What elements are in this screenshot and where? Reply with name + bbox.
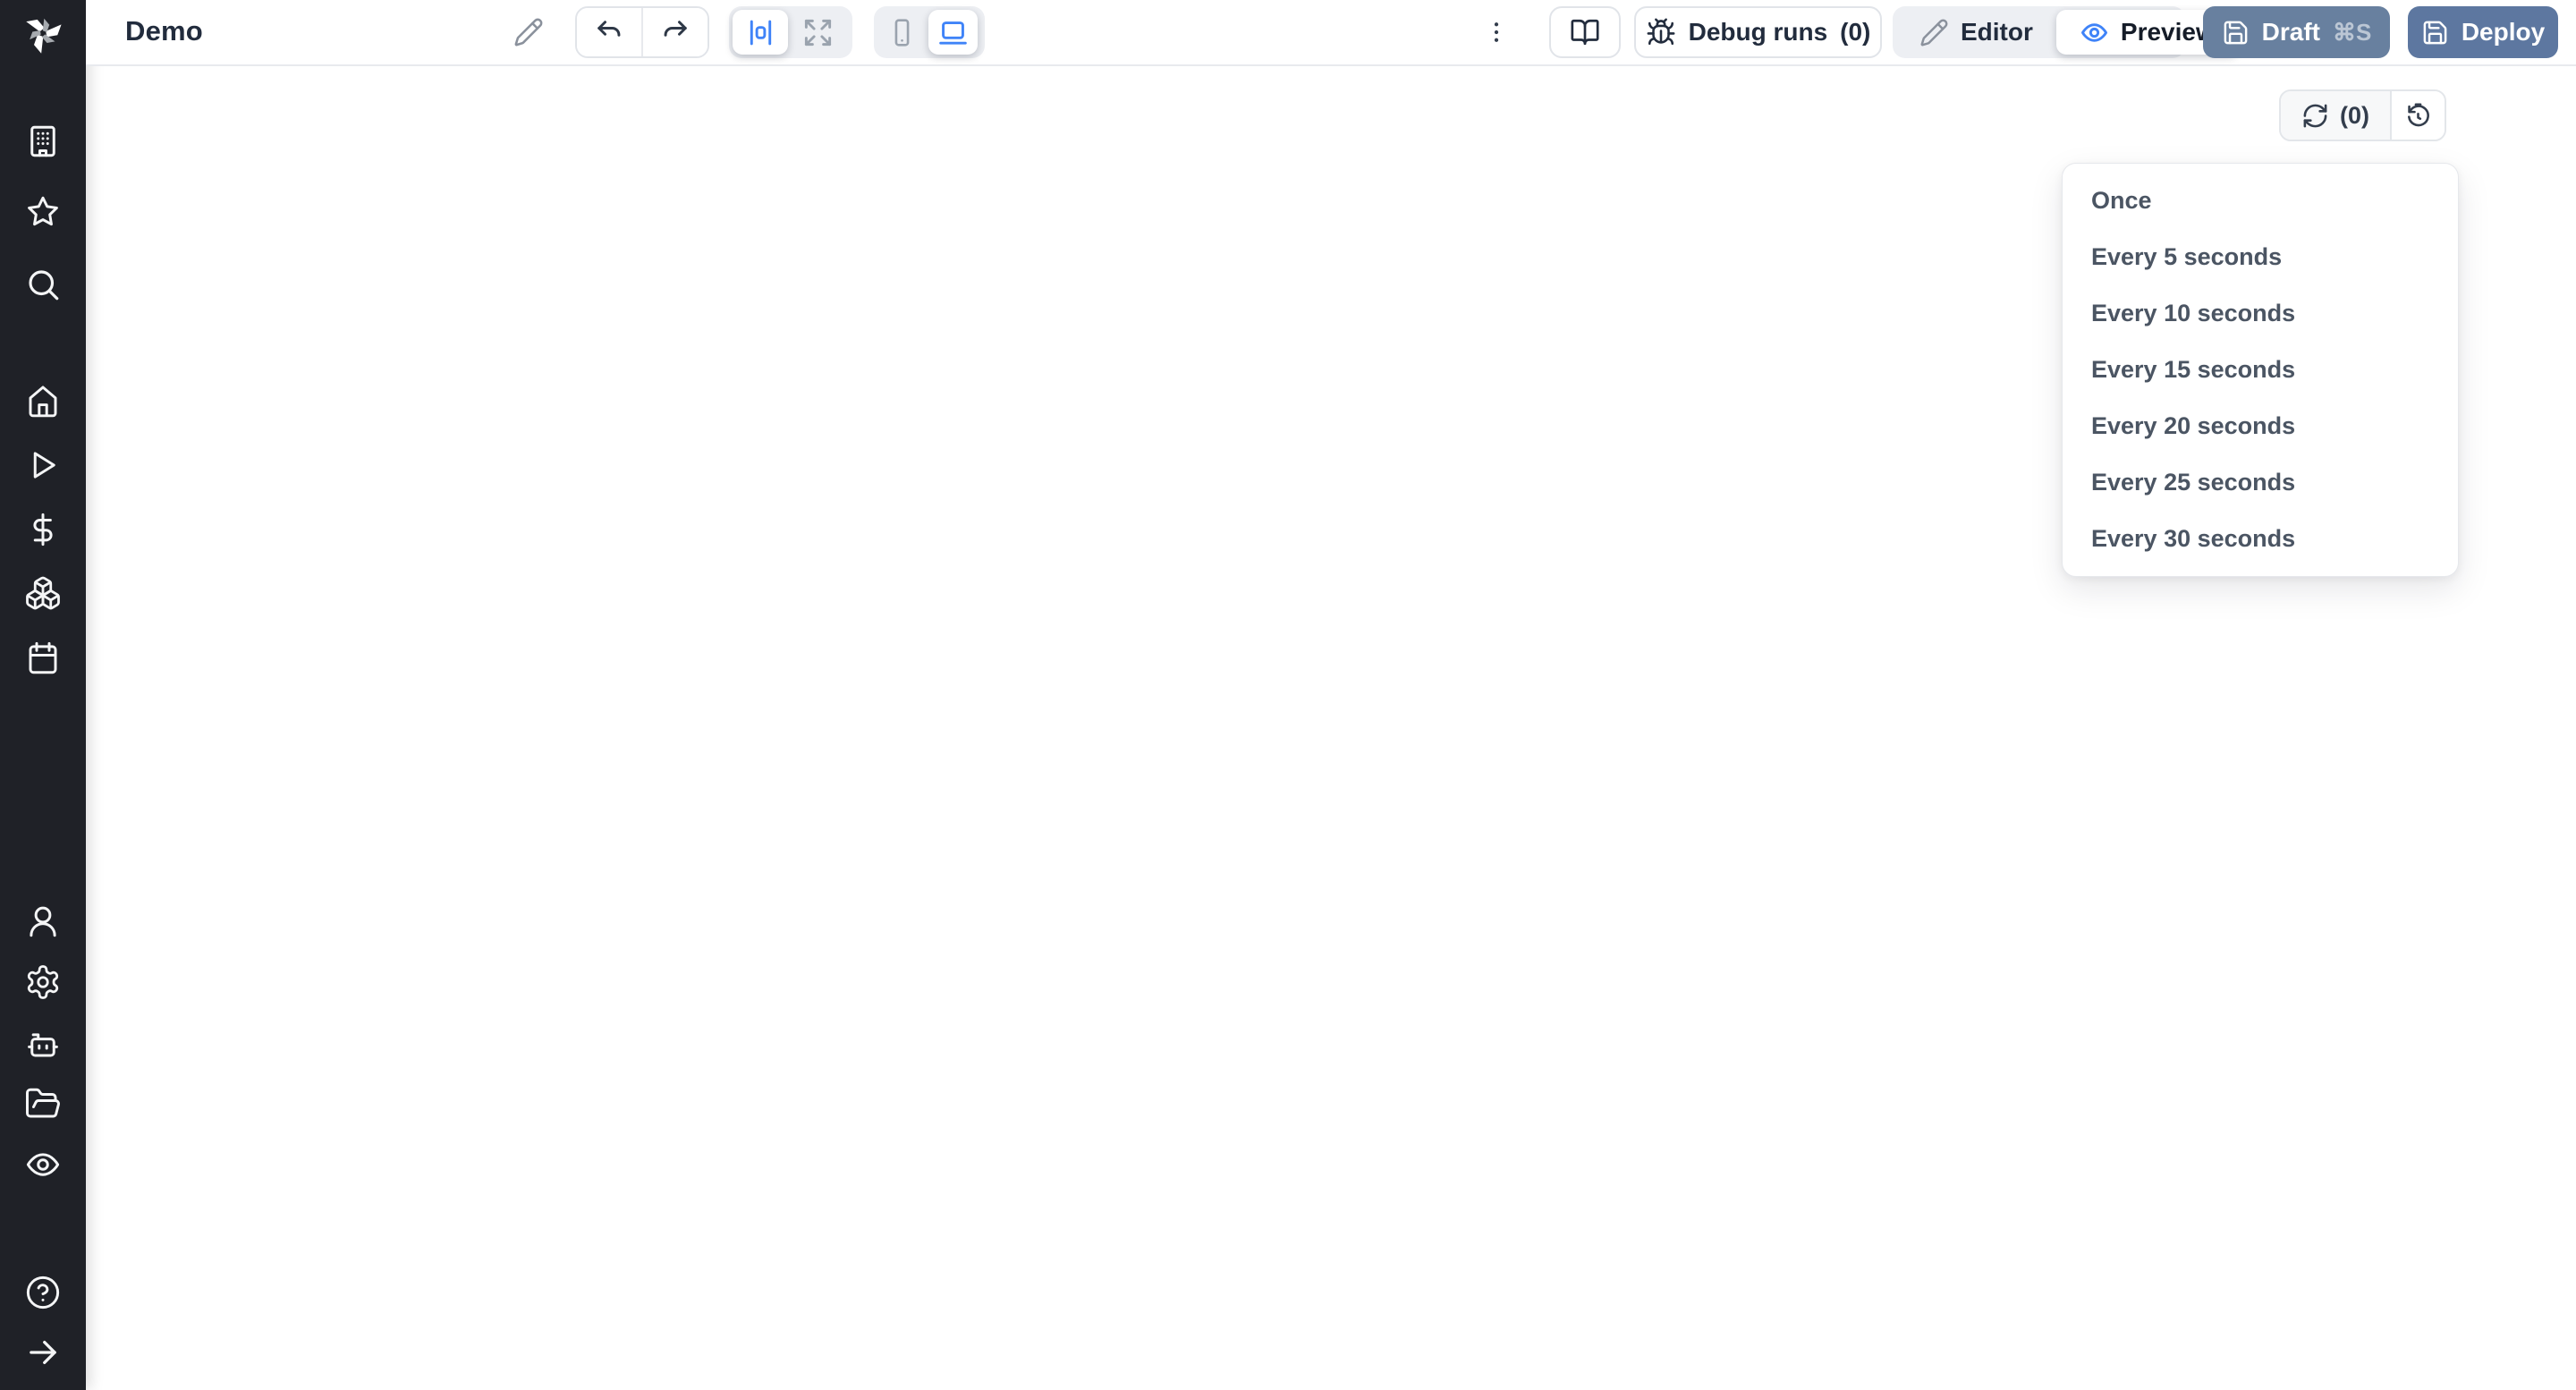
centered-layout-button[interactable] [733, 10, 788, 55]
history-timer-icon [2404, 102, 2432, 130]
full-width-button[interactable] [790, 10, 845, 55]
history-button[interactable] [2392, 91, 2445, 140]
deploy-label: Deploy [2462, 18, 2545, 47]
boxes-icon [24, 574, 62, 612]
sidebar-item-runs[interactable] [23, 445, 63, 485]
undo-icon [593, 16, 625, 48]
home-icon [24, 382, 62, 420]
undo-redo-group [575, 6, 709, 58]
refresh-interval-menu: OnceEvery 5 secondsEvery 10 secondsEvery… [2062, 163, 2459, 577]
editor-preview-toggle: Editor Preview [1893, 6, 2185, 58]
editor-label: Editor [1961, 18, 2033, 47]
refresh-interval-option[interactable]: Every 10 seconds [2063, 285, 2458, 342]
debug-runs-button[interactable]: Debug runs (0) [1634, 6, 1882, 58]
pencil-icon [513, 17, 544, 47]
sidebar-item-folders[interactable] [23, 1084, 63, 1123]
debug-runs-count: (0) [1840, 18, 1870, 47]
topbar: Demo [86, 0, 2576, 66]
save-icon [2421, 19, 2449, 47]
star-icon [24, 193, 62, 231]
book-open-icon [1570, 17, 1600, 47]
sidebar-item-workspace[interactable] [23, 122, 63, 161]
undo-button[interactable] [577, 8, 641, 56]
deploy-button[interactable]: Deploy [2408, 6, 2558, 58]
building-icon [24, 123, 62, 160]
refresh-button[interactable]: (0) [2281, 91, 2392, 140]
refresh-interval-option[interactable]: Every 25 seconds [2063, 454, 2458, 511]
windmill-logo[interactable] [0, 0, 86, 64]
sidebar-item-settings[interactable] [23, 962, 63, 1002]
refresh-controls: (0) [2279, 89, 2446, 141]
refresh-interval-option[interactable]: Every 30 seconds [2063, 511, 2458, 567]
draft-shortcut: ⌘S [2333, 19, 2371, 47]
width-mode-toggle [729, 6, 852, 58]
expand-icon [802, 17, 834, 48]
sidebar-item-variables[interactable] [23, 510, 63, 549]
smartphone-icon [886, 17, 918, 48]
settings-gear-icon [24, 963, 62, 1001]
sidebar-item-search[interactable] [23, 265, 63, 304]
more-options-button[interactable] [1480, 15, 1513, 49]
app-title: Demo [125, 0, 203, 63]
sidebar-item-users[interactable] [23, 902, 63, 941]
sidebar-item-help[interactable] [23, 1273, 63, 1312]
debug-runs-label: Debug runs [1689, 18, 1828, 47]
refresh-interval-option[interactable]: Every 15 seconds [2063, 342, 2458, 398]
eye-icon [2080, 18, 2109, 47]
editor-tab[interactable]: Editor [1896, 6, 2056, 58]
sidebar-item-home[interactable] [23, 381, 63, 420]
preview-label: Preview [2121, 18, 2216, 47]
sidebar-item-favorites[interactable] [23, 192, 63, 232]
eye-icon [24, 1146, 62, 1183]
search-icon [24, 266, 62, 303]
sidebar-item-resources[interactable] [23, 573, 63, 613]
laptop-icon [937, 17, 969, 48]
save-draft-button[interactable]: Draft ⌘S [2203, 6, 2390, 58]
save-icon [2222, 19, 2250, 47]
windmill-logo-icon [20, 9, 66, 55]
dollar-sign-icon [24, 511, 62, 548]
bot-icon [24, 1024, 62, 1062]
refresh-interval-option[interactable]: Every 20 seconds [2063, 398, 2458, 454]
pencil-icon [1919, 18, 1949, 47]
sidebar-item-workers[interactable] [23, 1023, 63, 1063]
bug-icon [1646, 17, 1676, 47]
sidebar-item-audit[interactable] [23, 1145, 63, 1184]
sidebar-item-schedules[interactable] [23, 639, 63, 678]
help-circle-icon [24, 1274, 62, 1311]
sidebar [0, 0, 86, 1390]
redo-button[interactable] [641, 8, 708, 56]
kebab-menu-icon [1483, 19, 1510, 46]
sidebar-expand-button[interactable] [23, 1333, 63, 1372]
redo-icon [659, 16, 691, 48]
refresh-count: (0) [2340, 102, 2369, 130]
mobile-view-button[interactable] [877, 10, 927, 55]
refresh-interval-option[interactable]: Every 5 seconds [2063, 229, 2458, 285]
play-icon [24, 446, 62, 484]
docs-button[interactable] [1549, 6, 1621, 58]
align-center-horizontal-icon [745, 17, 776, 48]
desktop-view-button[interactable] [928, 10, 978, 55]
arrow-right-icon [24, 1334, 62, 1371]
folder-open-icon [24, 1085, 62, 1123]
app-editor-screen: Demo [0, 0, 2576, 1390]
calendar-icon [24, 640, 62, 677]
device-preview-toggle [874, 6, 985, 58]
refresh-interval-option[interactable]: Once [2063, 173, 2458, 229]
refresh-icon [2301, 102, 2329, 130]
draft-label: Draft [2262, 18, 2320, 47]
user-icon [24, 903, 62, 940]
rename-app-button[interactable] [511, 14, 547, 50]
